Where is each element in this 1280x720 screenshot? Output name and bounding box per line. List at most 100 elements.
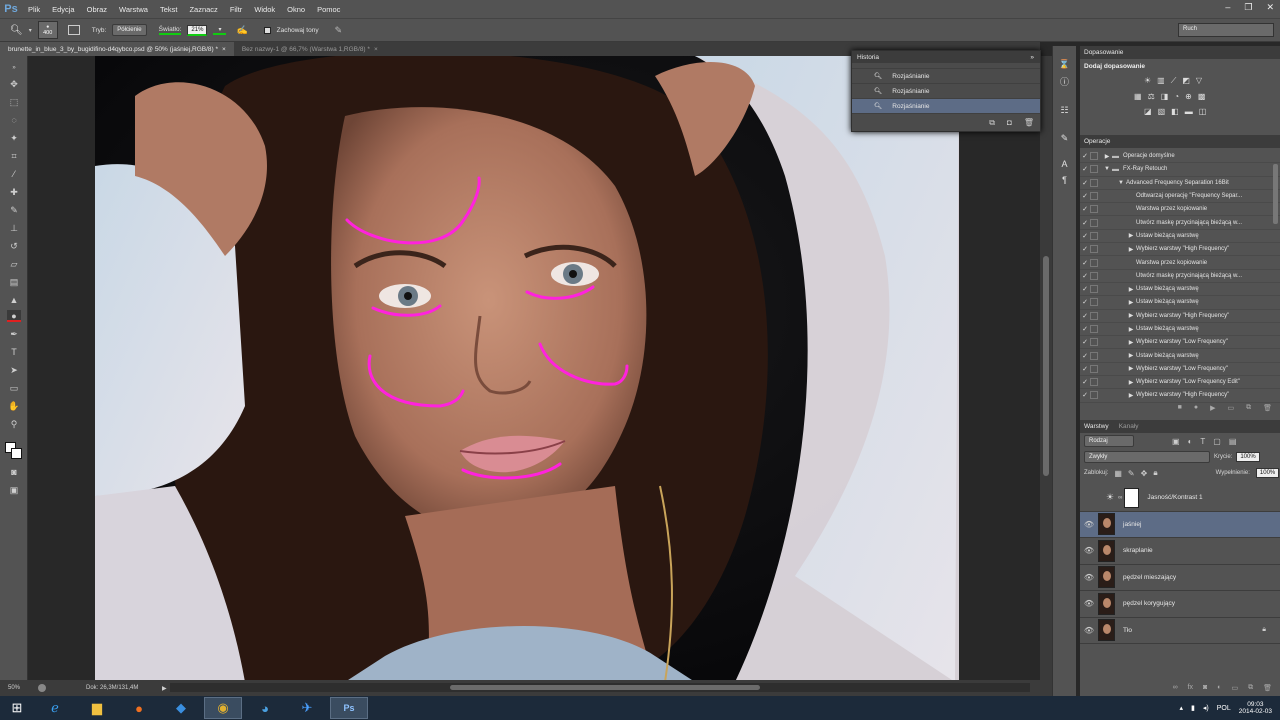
- filter-smart-icon[interactable]: ▤: [1229, 437, 1237, 446]
- blend-mode-dropdown[interactable]: Zwykły: [1084, 451, 1210, 463]
- document-image[interactable]: [95, 56, 959, 680]
- collapsed-arrow-icon[interactable]: ▶: [1126, 379, 1136, 386]
- scrollbar-thumb[interactable]: [450, 685, 760, 690]
- layer-style-icon[interactable]: fx: [1188, 684, 1193, 696]
- history-state[interactable]: 🔍︎ Rozjaśnianie: [852, 69, 1040, 84]
- canvas-horizontal-scrollbar[interactable]: [170, 683, 1030, 692]
- action-item[interactable]: ✓ ▶ Wybierz warstwy "High Frequency": [1080, 310, 1280, 323]
- action-item[interactable]: ✓ ▶ Wybierz warstwy "Low Frequency": [1080, 336, 1280, 350]
- action-enabled-check[interactable]: ✓: [1080, 312, 1090, 320]
- restore-button[interactable]: ❐: [1244, 2, 1252, 13]
- info-panel-icon[interactable]: ⓘ: [1058, 76, 1071, 89]
- new-adjustment-icon[interactable]: ◐: [1217, 684, 1221, 696]
- delete-action-icon[interactable]: 🗑︎: [1263, 404, 1272, 416]
- action-item[interactable]: ✓ ▶ Ustaw bieżącą warstwę: [1080, 283, 1280, 297]
- dialog-toggle-box[interactable]: [1090, 285, 1098, 294]
- dialog-toggle-box[interactable]: [1090, 364, 1098, 373]
- layer-visibility-eye-icon[interactable]: 👁︎: [1080, 546, 1098, 555]
- layer-thumbnail[interactable]: [1098, 539, 1115, 562]
- zoom-level[interactable]: 50%: [8, 685, 38, 691]
- action-item[interactable]: ✓ ▶ Wybierz warstwy "Low Frequency": [1080, 363, 1280, 377]
- exposure-input[interactable]: 21%: [187, 24, 208, 36]
- action-enabled-check[interactable]: ✓: [1080, 338, 1090, 346]
- action-item[interactable]: ✓ ▶ Ustaw bieżącą warstwę: [1080, 349, 1280, 363]
- tab-document-2[interactable]: Bez nazwy-1 @ 66,7% (Warstwa 1,RGB/8) * …: [234, 42, 386, 56]
- menu-3[interactable]: Warstwa: [113, 5, 154, 14]
- lock-all-icon[interactable]: 🔒︎: [1153, 468, 1157, 478]
- collapsed-arrow-icon[interactable]: ▶: [1126, 392, 1136, 399]
- threshold-icon[interactable]: ◧: [1171, 107, 1179, 116]
- layer-row[interactable]: ☀ ∞ Jasność/Kontrast 1: [1080, 485, 1280, 512]
- action-enabled-check[interactable]: ✓: [1080, 152, 1090, 160]
- language-indicator[interactable]: POL: [1217, 705, 1231, 712]
- channel-mixer-icon[interactable]: ⊕: [1185, 92, 1192, 101]
- panel-menu-icon[interactable]: »: [1030, 54, 1034, 61]
- properties-panel-icon[interactable]: ☷: [1058, 104, 1071, 117]
- action-enabled-check[interactable]: ✓: [1080, 219, 1090, 227]
- action-item[interactable]: ✓ Utwórz maskę przycinającą bieżącą w...: [1080, 216, 1280, 230]
- black-white-icon[interactable]: ◨: [1161, 92, 1169, 101]
- taskbar-thunderbird-icon[interactable]: ◕: [246, 697, 284, 719]
- layer-row[interactable]: 👁︎ Tło 🔒︎: [1080, 618, 1280, 644]
- action-item[interactable]: ✓ ▶ ▬ Operacje domyślne: [1080, 150, 1280, 164]
- opacity-input[interactable]: 100%: [1236, 452, 1260, 462]
- taskbar-photoshop-icon[interactable]: Ps: [330, 697, 368, 719]
- lock-transparent-icon[interactable]: ▦: [1114, 469, 1122, 478]
- eraser-tool-icon[interactable]: ▱: [7, 258, 21, 270]
- marquee-tool-icon[interactable]: ⬚: [7, 96, 21, 108]
- new-action-icon[interactable]: ⧉: [1246, 404, 1251, 416]
- action-enabled-check[interactable]: ✓: [1080, 192, 1090, 200]
- collapsed-arrow-icon[interactable]: ▶: [1126, 339, 1136, 346]
- layer-visibility-eye-icon[interactable]: 👁︎: [1080, 573, 1098, 582]
- layer-name[interactable]: jaśniej: [1123, 521, 1141, 528]
- dialog-toggle-box[interactable]: [1090, 258, 1098, 267]
- exposure-adjustment-icon[interactable]: ◩: [1182, 76, 1190, 86]
- photo-filter-icon[interactable]: ◔: [1174, 92, 1179, 101]
- layer-row[interactable]: 👁︎ jaśniej: [1080, 511, 1280, 538]
- filter-type-icon[interactable]: T: [1200, 437, 1205, 446]
- dialog-toggle-box[interactable]: [1090, 325, 1098, 333]
- dialog-toggle-box[interactable]: [1090, 231, 1098, 240]
- collapsed-arrow-icon[interactable]: ▶: [1126, 312, 1136, 319]
- layer-visibility-eye-icon[interactable]: 👁︎: [1080, 520, 1098, 529]
- layer-thumbnail[interactable]: [1098, 566, 1115, 589]
- adjustments-panel-header[interactable]: Dopasowanie: [1080, 46, 1280, 59]
- taskbar-dropbox-icon[interactable]: ◆: [162, 697, 200, 719]
- minimize-button[interactable]: –: [1225, 2, 1230, 13]
- menu-7[interactable]: Widok: [248, 5, 281, 14]
- levels-adjustment-icon[interactable]: ▥: [1157, 76, 1165, 86]
- color-lookup-icon[interactable]: ▩: [1198, 92, 1206, 101]
- action-item[interactable]: ✓ ▶ Ustaw bieżącą warstwę: [1080, 230, 1280, 244]
- mode-dropdown[interactable]: Półcienie: [112, 24, 147, 36]
- tab-layers[interactable]: Warstwy: [1084, 423, 1109, 430]
- vibrance-adjustment-icon[interactable]: ▽: [1196, 76, 1202, 86]
- new-group-icon[interactable]: ▭: [1231, 684, 1238, 696]
- mask-link-icon[interactable]: ∞: [1118, 495, 1122, 501]
- hand-tool-icon[interactable]: ✋: [7, 400, 21, 412]
- action-enabled-check[interactable]: ✓: [1080, 165, 1090, 173]
- lasso-tool-icon[interactable]: ◌: [7, 114, 21, 126]
- expanded-arrow-icon[interactable]: ▼: [1116, 180, 1126, 186]
- action-enabled-check[interactable]: ✓: [1080, 232, 1090, 240]
- collapsed-arrow-icon[interactable]: ▶: [1126, 232, 1136, 239]
- new-layer-icon[interactable]: ⧉: [1248, 684, 1253, 696]
- layer-thumbnail[interactable]: [1098, 513, 1115, 536]
- history-panel-header[interactable]: Historia »: [852, 51, 1040, 63]
- canvas-area[interactable]: [28, 56, 1040, 680]
- dialog-toggle-box[interactable]: [1090, 338, 1098, 347]
- taskbar-photos-icon[interactable]: ✈: [288, 697, 326, 719]
- brush-tool-icon[interactable]: ✎: [7, 204, 21, 216]
- action-enabled-check[interactable]: ✓: [1080, 205, 1090, 213]
- action-item[interactable]: ✓ ▼ Advanced Frequency Separation 16Bit: [1080, 177, 1280, 190]
- curves-adjustment-icon[interactable]: ⟋: [1171, 76, 1177, 86]
- zoom-tool-icon[interactable]: ⚲: [7, 418, 21, 430]
- delete-state-icon[interactable]: 🗑︎: [1024, 118, 1034, 128]
- brush-panel-icon[interactable]: [67, 25, 80, 35]
- taskbar-explorer-icon[interactable]: ▆: [78, 697, 116, 719]
- layer-row[interactable]: 👁︎ skraplanie: [1080, 538, 1280, 565]
- dialog-toggle-box[interactable]: [1090, 178, 1098, 187]
- menu-0[interactable]: Plik: [22, 5, 46, 14]
- action-enabled-check[interactable]: ✓: [1080, 179, 1090, 187]
- collapsed-arrow-icon[interactable]: ▶: [1126, 286, 1136, 293]
- dialog-toggle-box[interactable]: [1090, 378, 1098, 387]
